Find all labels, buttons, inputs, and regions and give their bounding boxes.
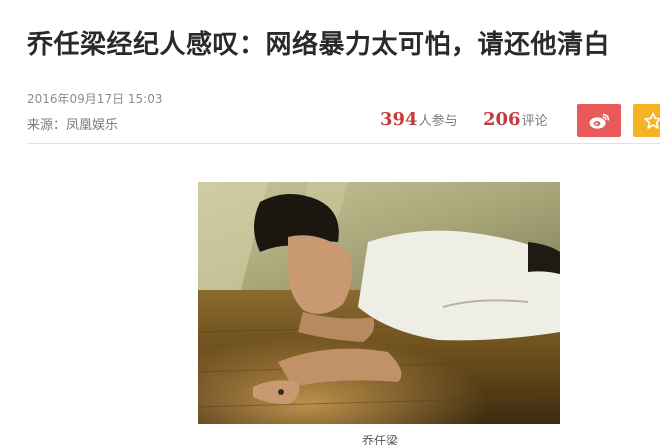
participants-stat[interactable]: 394 人参与 xyxy=(380,109,458,130)
header-divider xyxy=(27,143,660,144)
publish-datetime: 2016年09月17日 15:03 xyxy=(27,92,163,106)
favorite-button[interactable] xyxy=(633,104,660,137)
article-page: 乔任梁经纪人感叹：网络暴力太可怕，请还他清白 2016年09月17日 15:03… xyxy=(0,0,660,445)
star-icon xyxy=(644,112,660,129)
weibo-icon xyxy=(589,113,610,129)
photo-illustration xyxy=(198,182,560,424)
photo-caption: 乔任梁 xyxy=(361,434,398,445)
article-headline: 乔任梁经纪人感叹：网络暴力太可怕，请还他清白 xyxy=(27,30,611,60)
comments-stat[interactable]: 206 评论 xyxy=(483,109,548,130)
participants-label: 人参与 xyxy=(418,114,458,129)
comments-count: 206 xyxy=(483,109,521,130)
participants-count: 394 xyxy=(380,109,418,130)
comments-label: 评论 xyxy=(521,114,548,129)
article-photo xyxy=(198,182,560,424)
article-source: 来源：凤凰娱乐 xyxy=(27,118,119,133)
weibo-share-button[interactable] xyxy=(577,104,621,137)
